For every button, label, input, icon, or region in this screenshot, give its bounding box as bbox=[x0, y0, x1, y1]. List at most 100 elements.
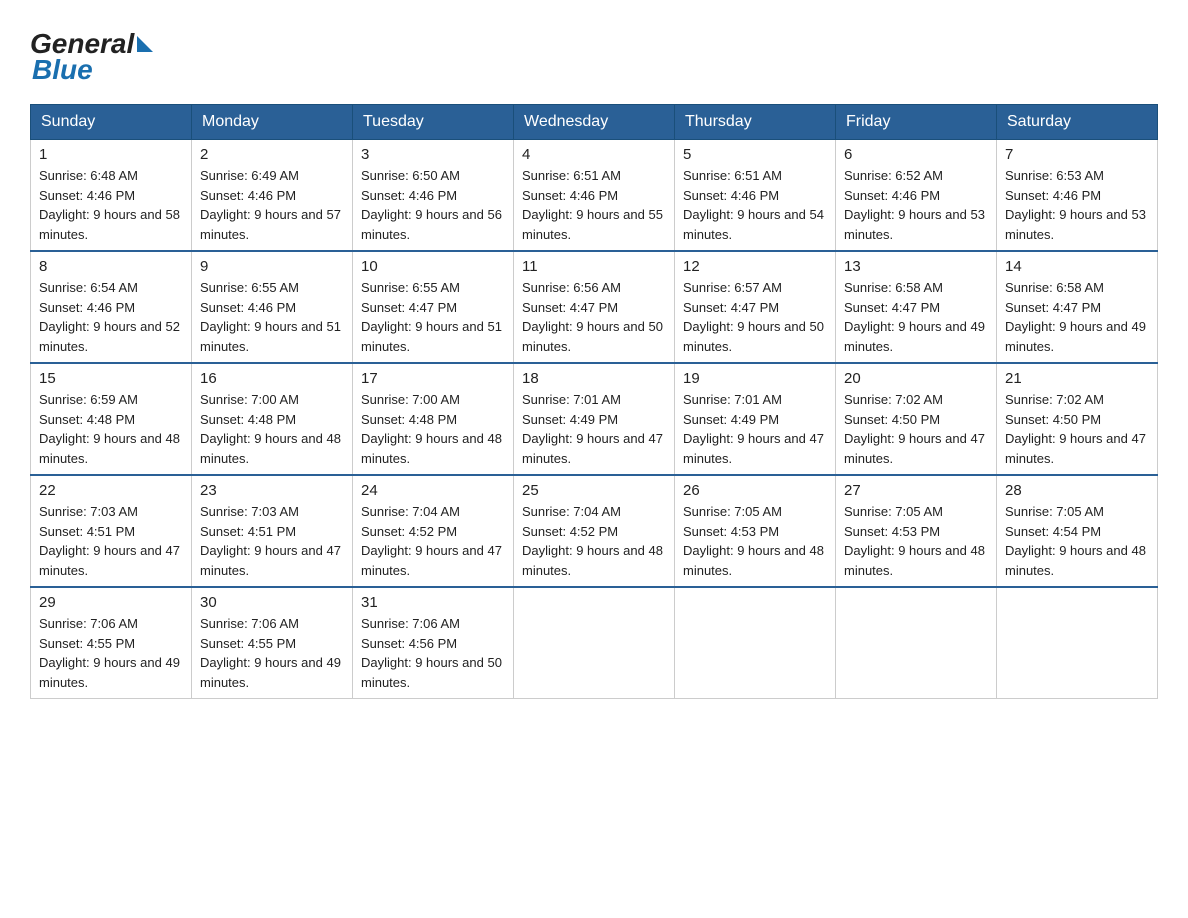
calendar-day-cell: 8 Sunrise: 6:54 AMSunset: 4:46 PMDaylight… bbox=[31, 251, 192, 363]
calendar-empty-cell bbox=[836, 587, 997, 699]
weekday-header-monday: Monday bbox=[192, 105, 353, 140]
calendar-day-cell: 20 Sunrise: 7:02 AMSunset: 4:50 PMDayligh… bbox=[836, 363, 997, 475]
day-info: Sunrise: 7:04 AMSunset: 4:52 PMDaylight:… bbox=[361, 502, 505, 580]
day-number: 10 bbox=[361, 258, 505, 275]
day-number: 17 bbox=[361, 370, 505, 387]
day-info: Sunrise: 6:54 AMSunset: 4:46 PMDaylight:… bbox=[39, 278, 183, 356]
calendar-day-cell: 13 Sunrise: 6:58 AMSunset: 4:47 PMDayligh… bbox=[836, 251, 997, 363]
calendar-empty-cell bbox=[997, 587, 1158, 699]
day-info: Sunrise: 7:04 AMSunset: 4:52 PMDaylight:… bbox=[522, 502, 666, 580]
calendar-day-cell: 10Sunrise: 6:55 AMSunset: 4:47 PMDayligh… bbox=[353, 251, 514, 363]
day-number: 4 bbox=[522, 146, 666, 163]
calendar-day-cell: 30 Sunrise: 7:06 AMSunset: 4:55 PMDayligh… bbox=[192, 587, 353, 699]
day-number: 25 bbox=[522, 482, 666, 499]
day-number: 15 bbox=[39, 370, 183, 387]
weekday-header-tuesday: Tuesday bbox=[353, 105, 514, 140]
day-number: 11 bbox=[522, 258, 666, 275]
day-number: 14 bbox=[1005, 258, 1149, 275]
calendar-day-cell: 23 Sunrise: 7:03 AMSunset: 4:51 PMDayligh… bbox=[192, 475, 353, 587]
day-info: Sunrise: 7:02 AMSunset: 4:50 PMDaylight:… bbox=[1005, 390, 1149, 468]
calendar-day-cell: 9 Sunrise: 6:55 AMSunset: 4:46 PMDaylight… bbox=[192, 251, 353, 363]
day-number: 28 bbox=[1005, 482, 1149, 499]
day-number: 7 bbox=[1005, 146, 1149, 163]
day-info: Sunrise: 7:05 AMSunset: 4:54 PMDaylight:… bbox=[1005, 502, 1149, 580]
day-number: 2 bbox=[200, 146, 344, 163]
calendar-day-cell: 2 Sunrise: 6:49 AMSunset: 4:46 PMDaylight… bbox=[192, 140, 353, 252]
day-info: Sunrise: 6:57 AMSunset: 4:47 PMDaylight:… bbox=[683, 278, 827, 356]
day-number: 29 bbox=[39, 594, 183, 611]
weekday-header-wednesday: Wednesday bbox=[514, 105, 675, 140]
logo: General Blue bbox=[30, 20, 153, 86]
calendar-day-cell: 25 Sunrise: 7:04 AMSunset: 4:52 PMDayligh… bbox=[514, 475, 675, 587]
day-info: Sunrise: 6:56 AMSunset: 4:47 PMDaylight:… bbox=[522, 278, 666, 356]
calendar-day-cell: 27 Sunrise: 7:05 AMSunset: 4:53 PMDayligh… bbox=[836, 475, 997, 587]
weekday-header-thursday: Thursday bbox=[675, 105, 836, 140]
calendar-day-cell: 28 Sunrise: 7:05 AMSunset: 4:54 PMDayligh… bbox=[997, 475, 1158, 587]
day-number: 13 bbox=[844, 258, 988, 275]
logo-arrow-icon bbox=[137, 36, 153, 52]
calendar-day-cell: 24 Sunrise: 7:04 AMSunset: 4:52 PMDayligh… bbox=[353, 475, 514, 587]
calendar-day-cell: 12 Sunrise: 6:57 AMSunset: 4:47 PMDayligh… bbox=[675, 251, 836, 363]
day-info: Sunrise: 6:49 AMSunset: 4:46 PMDaylight:… bbox=[200, 166, 344, 244]
day-number: 24 bbox=[361, 482, 505, 499]
day-number: 18 bbox=[522, 370, 666, 387]
calendar-day-cell: 19Sunrise: 7:01 AMSunset: 4:49 PMDayligh… bbox=[675, 363, 836, 475]
weekday-header-friday: Friday bbox=[836, 105, 997, 140]
calendar-day-cell: 26 Sunrise: 7:05 AMSunset: 4:53 PMDayligh… bbox=[675, 475, 836, 587]
day-info: Sunrise: 6:55 AMSunset: 4:46 PMDaylight:… bbox=[200, 278, 344, 356]
weekday-header-sunday: Sunday bbox=[31, 105, 192, 140]
calendar-day-cell: 18Sunrise: 7:01 AMSunset: 4:49 PMDayligh… bbox=[514, 363, 675, 475]
day-number: 23 bbox=[200, 482, 344, 499]
day-number: 21 bbox=[1005, 370, 1149, 387]
calendar-day-cell: 6 Sunrise: 6:52 AMSunset: 4:46 PMDaylight… bbox=[836, 140, 997, 252]
calendar-day-cell: 17 Sunrise: 7:00 AMSunset: 4:48 PMDayligh… bbox=[353, 363, 514, 475]
calendar-week-row: 8 Sunrise: 6:54 AMSunset: 4:46 PMDaylight… bbox=[31, 251, 1158, 363]
day-number: 1 bbox=[39, 146, 183, 163]
calendar-day-cell: 11 Sunrise: 6:56 AMSunset: 4:47 PMDayligh… bbox=[514, 251, 675, 363]
day-number: 9 bbox=[200, 258, 344, 275]
day-info: Sunrise: 7:03 AMSunset: 4:51 PMDaylight:… bbox=[200, 502, 344, 580]
day-info: Sunrise: 6:51 AMSunset: 4:46 PMDaylight:… bbox=[683, 166, 827, 244]
day-number: 12 bbox=[683, 258, 827, 275]
day-info: Sunrise: 7:05 AMSunset: 4:53 PMDaylight:… bbox=[683, 502, 827, 580]
calendar-day-cell: 22 Sunrise: 7:03 AMSunset: 4:51 PMDayligh… bbox=[31, 475, 192, 587]
day-number: 8 bbox=[39, 258, 183, 275]
day-number: 26 bbox=[683, 482, 827, 499]
day-number: 20 bbox=[844, 370, 988, 387]
day-number: 6 bbox=[844, 146, 988, 163]
calendar-day-cell: 7Sunrise: 6:53 AMSunset: 4:46 PMDaylight… bbox=[997, 140, 1158, 252]
day-info: Sunrise: 7:06 AMSunset: 4:55 PMDaylight:… bbox=[200, 614, 344, 692]
logo-row-2: Blue bbox=[30, 54, 93, 86]
calendar-day-cell: 14Sunrise: 6:58 AMSunset: 4:47 PMDayligh… bbox=[997, 251, 1158, 363]
calendar-empty-cell bbox=[514, 587, 675, 699]
calendar-day-cell: 5 Sunrise: 6:51 AMSunset: 4:46 PMDaylight… bbox=[675, 140, 836, 252]
day-info: Sunrise: 6:59 AMSunset: 4:48 PMDaylight:… bbox=[39, 390, 183, 468]
day-number: 31 bbox=[361, 594, 505, 611]
day-info: Sunrise: 7:06 AMSunset: 4:55 PMDaylight:… bbox=[39, 614, 183, 692]
logo-blue-text: Blue bbox=[32, 54, 93, 86]
day-number: 19 bbox=[683, 370, 827, 387]
weekday-header-saturday: Saturday bbox=[997, 105, 1158, 140]
day-info: Sunrise: 7:06 AMSunset: 4:56 PMDaylight:… bbox=[361, 614, 505, 692]
calendar-day-cell: 21 Sunrise: 7:02 AMSunset: 4:50 PMDayligh… bbox=[997, 363, 1158, 475]
day-number: 22 bbox=[39, 482, 183, 499]
day-info: Sunrise: 7:00 AMSunset: 4:48 PMDaylight:… bbox=[361, 390, 505, 468]
calendar-week-row: 22 Sunrise: 7:03 AMSunset: 4:51 PMDayligh… bbox=[31, 475, 1158, 587]
day-info: Sunrise: 6:58 AMSunset: 4:47 PMDaylight:… bbox=[844, 278, 988, 356]
day-info: Sunrise: 6:51 AMSunset: 4:46 PMDaylight:… bbox=[522, 166, 666, 244]
day-number: 27 bbox=[844, 482, 988, 499]
calendar-day-cell: 31 Sunrise: 7:06 AMSunset: 4:56 PMDayligh… bbox=[353, 587, 514, 699]
calendar-table: SundayMondayTuesdayWednesdayThursdayFrid… bbox=[30, 104, 1158, 699]
day-info: Sunrise: 7:02 AMSunset: 4:50 PMDaylight:… bbox=[844, 390, 988, 468]
calendar-week-row: 1Sunrise: 6:48 AMSunset: 4:46 PMDaylight… bbox=[31, 140, 1158, 252]
day-number: 5 bbox=[683, 146, 827, 163]
day-info: Sunrise: 6:50 AMSunset: 4:46 PMDaylight:… bbox=[361, 166, 505, 244]
page-header: General Blue bbox=[30, 20, 1158, 86]
day-info: Sunrise: 6:52 AMSunset: 4:46 PMDaylight:… bbox=[844, 166, 988, 244]
day-info: Sunrise: 7:03 AMSunset: 4:51 PMDaylight:… bbox=[39, 502, 183, 580]
day-info: Sunrise: 7:05 AMSunset: 4:53 PMDaylight:… bbox=[844, 502, 988, 580]
day-number: 16 bbox=[200, 370, 344, 387]
day-number: 30 bbox=[200, 594, 344, 611]
day-info: Sunrise: 7:00 AMSunset: 4:48 PMDaylight:… bbox=[200, 390, 344, 468]
calendar-day-cell: 1Sunrise: 6:48 AMSunset: 4:46 PMDaylight… bbox=[31, 140, 192, 252]
